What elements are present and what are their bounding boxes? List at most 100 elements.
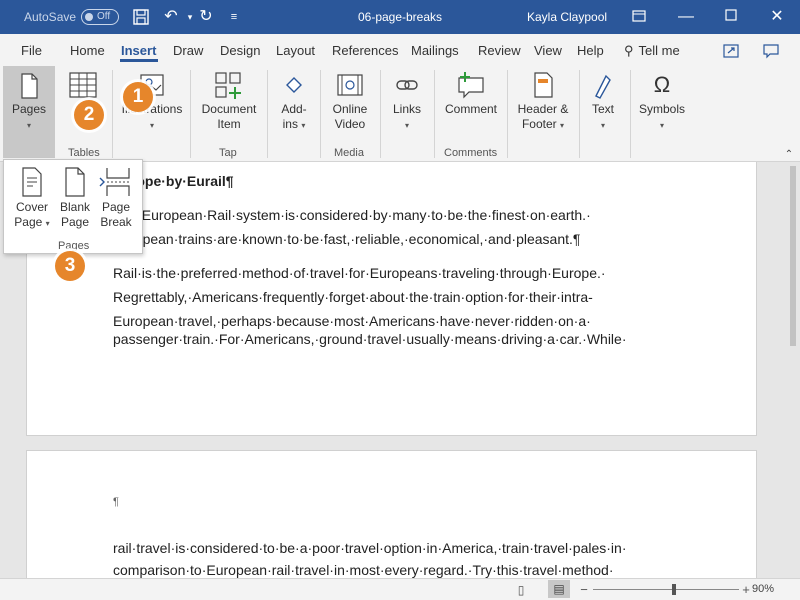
ribbon: Pages ▾ Tables Illustrations ▾ Document Ite…	[0, 66, 800, 162]
tell-me-search[interactable]: ⚲ Tell me	[624, 43, 680, 59]
tap-group-label: Tap	[219, 147, 237, 159]
tab-file[interactable]: File	[21, 43, 42, 58]
omega-icon: Ω	[653, 72, 671, 97]
document-item-label-1: Document	[201, 102, 257, 116]
tab-design[interactable]: Design	[220, 43, 260, 58]
ribbon-separator	[320, 70, 321, 158]
cover-page-label-1: Cover	[15, 200, 48, 214]
tab-mailings[interactable]: Mailings	[411, 43, 459, 58]
tab-references[interactable]: References	[332, 43, 398, 58]
links-button[interactable]: Links ▾	[386, 70, 428, 133]
blank-page-label-2: Page	[60, 215, 90, 229]
link-icon	[396, 80, 418, 90]
ribbon-separator	[190, 70, 191, 158]
add-ins-button[interactable]: Add-ins ▾	[272, 70, 316, 133]
paragraph-line: Rail·is·the·preferred·method·of·travel·f…	[113, 265, 606, 281]
online-video-icon	[337, 74, 363, 96]
maximize-icon[interactable]	[722, 8, 740, 26]
text-caret-icon: ▾	[600, 121, 605, 130]
title-bar: AutoSave Off ↶ ▾ ↻ ≡ 06-page-breaks Kayl…	[0, 0, 800, 34]
paragraph-line: rail·travel·is·considered·to·be·a·poor·t…	[113, 540, 627, 556]
lightbulb-search-icon: ⚲	[624, 43, 634, 58]
tab-draw[interactable]: Draw	[173, 43, 203, 58]
redo-icon[interactable]: ↻	[197, 8, 215, 26]
symbols-label: Symbols	[638, 102, 685, 116]
document-item-icon	[215, 72, 241, 99]
text-button[interactable]: Text ▾	[584, 70, 622, 133]
page-break-label-2: Break	[100, 215, 132, 229]
header-footer-label-2: Footer	[521, 117, 557, 131]
online-video-label-1: Online	[332, 102, 368, 116]
minimize-icon[interactable]: —	[677, 8, 695, 26]
tab-view[interactable]: View	[534, 43, 562, 58]
active-tab-underline	[120, 59, 158, 62]
customize-toolbar-icon[interactable]: ≡	[225, 8, 243, 26]
header-footer-button[interactable]: Header & Footer ▾	[512, 70, 574, 133]
blank-page-icon	[65, 167, 85, 197]
header-footer-label-1: Header &	[517, 102, 569, 116]
zoom-slider[interactable]	[593, 589, 739, 590]
autosave-state: Off	[97, 11, 111, 22]
tell-me-label: Tell me	[638, 43, 680, 58]
autosave-toggle[interactable]: Off	[81, 9, 119, 25]
ribbon-separator	[630, 70, 631, 158]
page-break-button[interactable]: Page Break	[96, 166, 136, 230]
toggle-knob	[85, 13, 93, 21]
read-mode-icon[interactable]: ▯	[512, 581, 530, 599]
tables-group-label: Tables	[68, 147, 100, 159]
illustrations-caret-icon: ▾	[149, 121, 154, 130]
new-comment-button[interactable]: Comment	[440, 70, 502, 117]
text-label: Text	[591, 102, 614, 116]
share-icon[interactable]	[722, 42, 740, 60]
vertical-scrollbar[interactable]	[786, 162, 800, 578]
print-layout-icon[interactable]: ▤	[548, 580, 570, 598]
pages-caret-icon: ▾	[26, 121, 31, 130]
page-break-icon	[99, 168, 130, 196]
cover-page-label-2: Page	[14, 215, 43, 229]
tab-layout[interactable]: Layout	[276, 43, 315, 58]
pages-button[interactable]: Pages ▾	[3, 66, 55, 158]
cover-page-icon	[22, 167, 42, 197]
text-icon	[595, 74, 611, 99]
ribbon-separator	[507, 70, 508, 158]
tab-review[interactable]: Review	[478, 43, 521, 58]
tab-help[interactable]: Help	[577, 43, 604, 58]
save-icon[interactable]	[132, 8, 150, 26]
paragraph-line: Regrettably,·Americans·frequently·forget…	[113, 289, 593, 305]
add-ins-label-2: ins	[282, 117, 298, 131]
blank-page-button[interactable]: Blank Page	[56, 166, 94, 230]
links-label: Links	[392, 102, 421, 116]
zoom-level[interactable]: 90%	[752, 583, 774, 595]
paragraph-mark: ¶	[113, 496, 119, 508]
document-title: 06-page-breaks	[357, 10, 443, 24]
table-button[interactable]	[64, 70, 102, 102]
comments-icon[interactable]	[762, 42, 780, 60]
page-2[interactable]: ¶ rail·travel·is·considered·to·be·a·poor…	[26, 450, 757, 578]
status-bar: ▯ ▤ − + 90%	[0, 578, 800, 600]
links-caret-icon: ▾	[404, 121, 409, 130]
document-item-button[interactable]: Document Item	[196, 70, 262, 132]
close-icon[interactable]: ✕	[768, 8, 786, 26]
tab-insert[interactable]: Insert	[121, 43, 156, 58]
undo-icon[interactable]: ↶	[162, 8, 180, 26]
header-footer-caret-icon: ▾	[560, 121, 565, 130]
tab-home[interactable]: Home	[70, 43, 105, 58]
user-name[interactable]: Kayla Claypool	[527, 10, 607, 24]
ribbon-display-icon[interactable]	[630, 8, 648, 26]
step-callout-1: 1	[123, 82, 153, 112]
new-comment-icon	[458, 72, 484, 99]
paragraph-line: European·trains·are·known·to·be·fast,·re…	[113, 231, 581, 247]
online-video-button[interactable]: Online Video	[326, 70, 374, 132]
paragraph-line: comparison·to·European·rail·travel·in·mo…	[113, 562, 614, 578]
autosave-label: AutoSave	[24, 10, 77, 24]
cover-page-button[interactable]: Cover Page ▾	[10, 166, 54, 231]
zoom-slider-thumb[interactable]	[672, 584, 676, 595]
ribbon-separator	[434, 70, 435, 158]
pages-icon	[21, 73, 38, 99]
zoom-out-icon[interactable]: −	[575, 581, 593, 599]
cover-page-caret-icon: ▾	[45, 219, 50, 228]
scrollbar-thumb[interactable]	[790, 166, 796, 346]
pages-dropdown: Cover Page ▾ Blank Page Page Break Pages	[3, 159, 143, 254]
document-item-label-2: Item	[217, 117, 241, 131]
symbols-button[interactable]: Ω Symbols ▾	[636, 70, 688, 133]
